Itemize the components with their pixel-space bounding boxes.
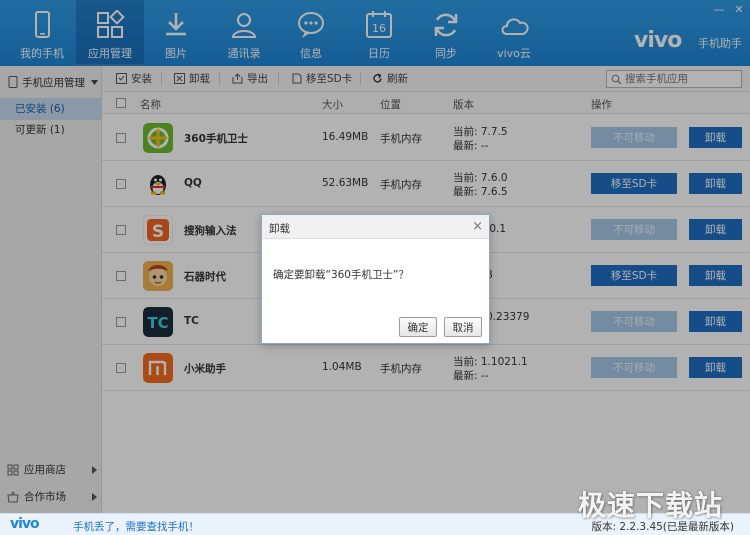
watermark: 极速下载站 [578, 489, 724, 522]
dialog-message: 确定要卸载“360手机卫士”？ [273, 269, 409, 281]
status-vivo-logo: vivo [10, 516, 40, 532]
dialog-title: 卸载 [269, 223, 290, 235]
uninstall-confirm-dialog: 卸载 × 确定要卸载“360手机卫士”？ 确定 取消 [261, 214, 490, 344]
dialog-close-button[interactable]: × [472, 219, 483, 234]
find-phone-link[interactable]: 手机丢了，需要查找手机！ [73, 519, 199, 534]
cancel-button[interactable]: 取消 [444, 317, 482, 337]
confirm-button[interactable]: 确定 [399, 317, 437, 337]
dialog-titlebar: 卸载 × [262, 215, 489, 239]
